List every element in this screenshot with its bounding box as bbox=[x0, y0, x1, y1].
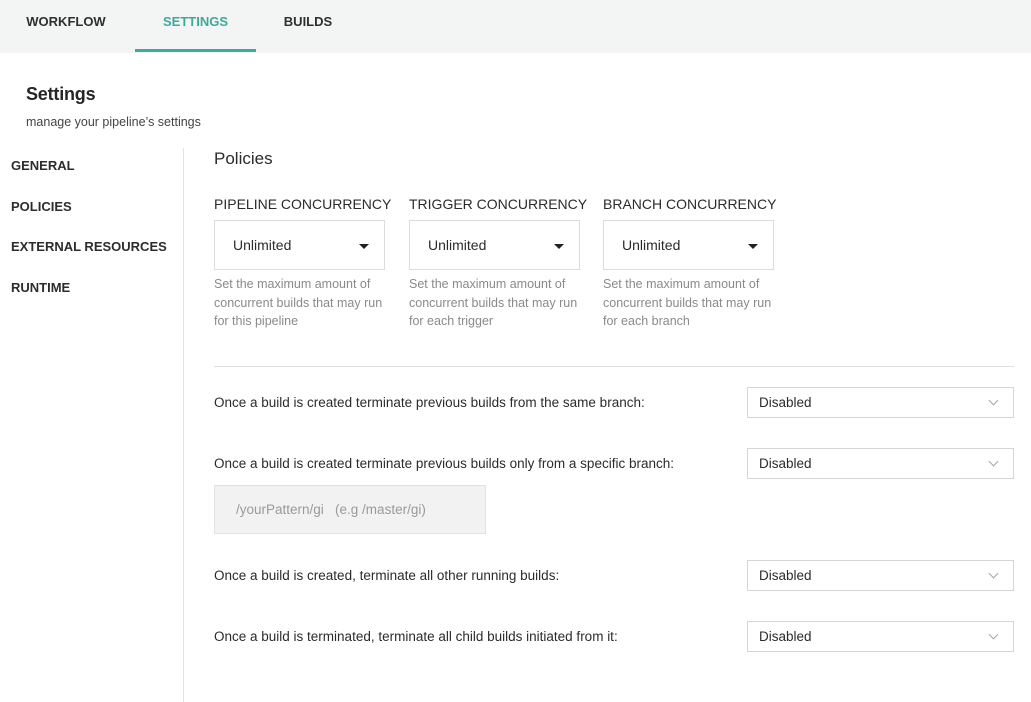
terminate-running-builds-select[interactable]: Disabled bbox=[747, 560, 1014, 591]
section-divider bbox=[214, 366, 1014, 367]
terminate-same-branch-select[interactable]: Disabled bbox=[747, 387, 1014, 418]
terminate-child-builds-select[interactable]: Disabled bbox=[747, 621, 1014, 652]
branch-concurrency-value: Unlimited bbox=[622, 237, 681, 253]
trigger-concurrency-label: TRIGGER CONCURRENCY bbox=[409, 196, 588, 212]
terminate-child-builds-label: Once a build is terminated, terminate al… bbox=[214, 629, 618, 644]
caret-down-icon bbox=[748, 244, 758, 249]
pipeline-concurrency-value: Unlimited bbox=[233, 237, 292, 253]
page-title: Settings bbox=[26, 84, 96, 104]
branch-concurrency-help: Set the maximum amount of concurrent bui… bbox=[603, 277, 772, 328]
trigger-concurrency-value: Unlimited bbox=[428, 237, 487, 253]
trigger-concurrency-select[interactable]: Unlimited bbox=[409, 220, 580, 270]
terminate-running-builds-value: Disabled bbox=[759, 568, 812, 583]
pipeline-concurrency-select[interactable]: Unlimited bbox=[214, 220, 385, 270]
nav-divider bbox=[183, 148, 184, 702]
chevron-down-icon bbox=[988, 456, 999, 467]
chevron-down-icon bbox=[988, 629, 999, 640]
tab-builds[interactable]: BUILDS bbox=[260, 0, 356, 53]
terminate-specific-branch-label: Once a build is created terminate previo… bbox=[214, 456, 674, 471]
terminate-running-builds-label: Once a build is created, terminate all o… bbox=[214, 568, 560, 583]
caret-down-icon bbox=[554, 244, 564, 249]
branch-concurrency-select[interactable]: Unlimited bbox=[603, 220, 774, 270]
chevron-down-icon bbox=[988, 568, 999, 579]
top-tab-bar: WORKFLOW SETTINGS BUILDS bbox=[0, 0, 1031, 53]
chevron-down-icon bbox=[988, 395, 999, 406]
pipeline-concurrency-label: PIPELINE CONCURRENCY bbox=[214, 196, 392, 212]
active-tab-indicator bbox=[135, 49, 256, 52]
page-subtitle: manage your pipeline’s settings bbox=[26, 115, 201, 129]
nav-item-policies[interactable]: POLICIES bbox=[11, 199, 72, 214]
caret-down-icon bbox=[359, 244, 369, 249]
terminate-specific-branch-select[interactable]: Disabled bbox=[747, 448, 1014, 479]
tab-settings[interactable]: SETTINGS bbox=[135, 0, 256, 53]
terminate-same-branch-value: Disabled bbox=[759, 395, 812, 410]
nav-item-runtime[interactable]: RUNTIME bbox=[11, 280, 70, 295]
terminate-specific-branch-value: Disabled bbox=[759, 456, 812, 471]
branch-concurrency-label: BRANCH CONCURRENCY bbox=[603, 196, 777, 212]
terminate-same-branch-label: Once a build is created terminate previo… bbox=[214, 395, 645, 410]
branch-pattern-input[interactable] bbox=[214, 485, 486, 534]
tab-workflow[interactable]: WORKFLOW bbox=[0, 0, 132, 53]
pipeline-concurrency-help: Set the maximum amount of concurrent bui… bbox=[214, 277, 383, 328]
terminate-child-builds-value: Disabled bbox=[759, 629, 812, 644]
trigger-concurrency-help: Set the maximum amount of concurrent bui… bbox=[409, 277, 578, 328]
section-title: Policies bbox=[214, 149, 273, 168]
nav-item-general[interactable]: GENERAL bbox=[11, 158, 75, 173]
nav-item-external-resources[interactable]: EXTERNAL RESOURCES bbox=[11, 239, 167, 254]
